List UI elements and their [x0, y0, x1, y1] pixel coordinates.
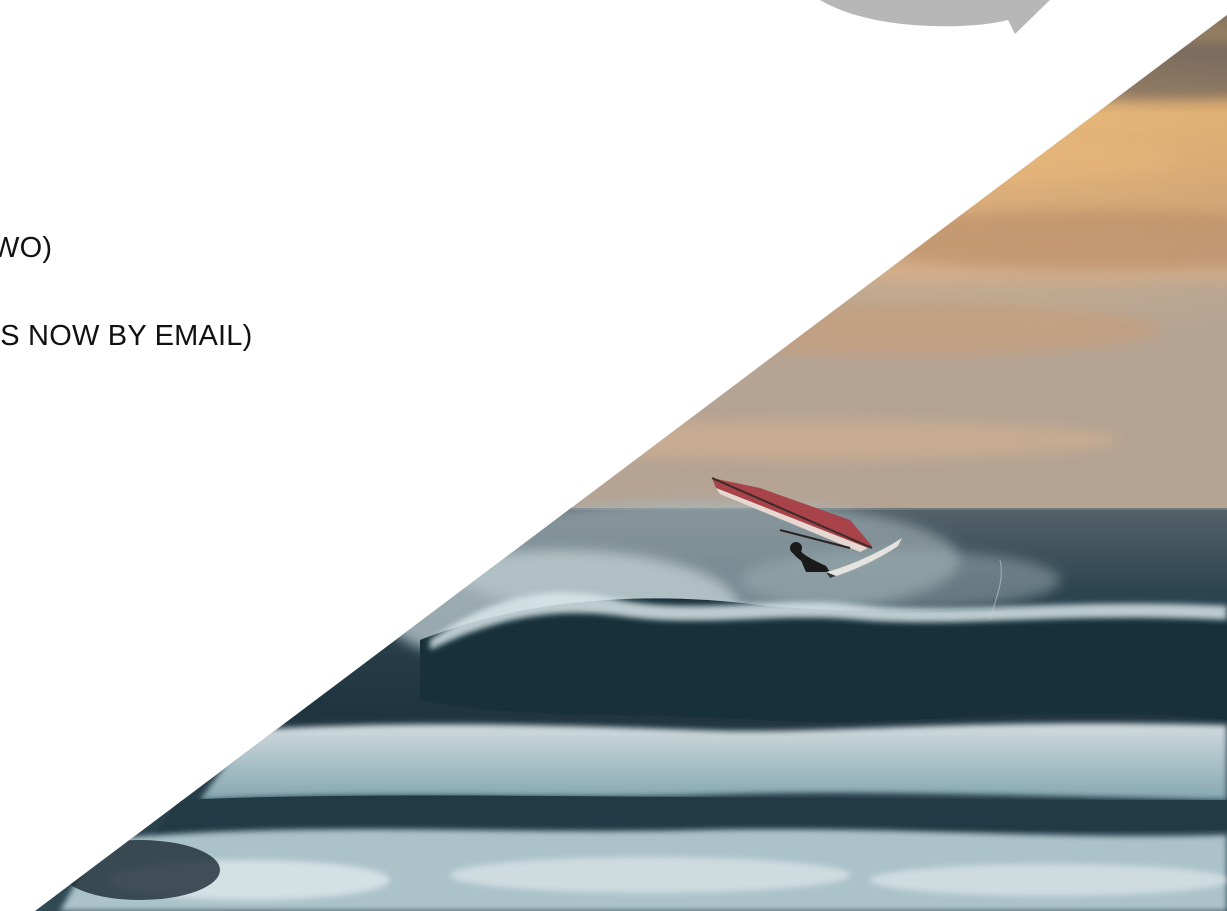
slide-text-line-2: IS NOW BY EMAIL)	[0, 320, 253, 352]
speech-bubble-shape-icon	[820, 0, 1050, 34]
callout-bubble	[0, 0, 1227, 60]
windsurfing-photo	[35, 15, 1227, 911]
slide-text-line-1: WO)	[0, 232, 53, 264]
presentation-slide: WO) IS NOW BY EMAIL)	[0, 0, 1227, 911]
ocean-wave-image	[35, 15, 1227, 911]
